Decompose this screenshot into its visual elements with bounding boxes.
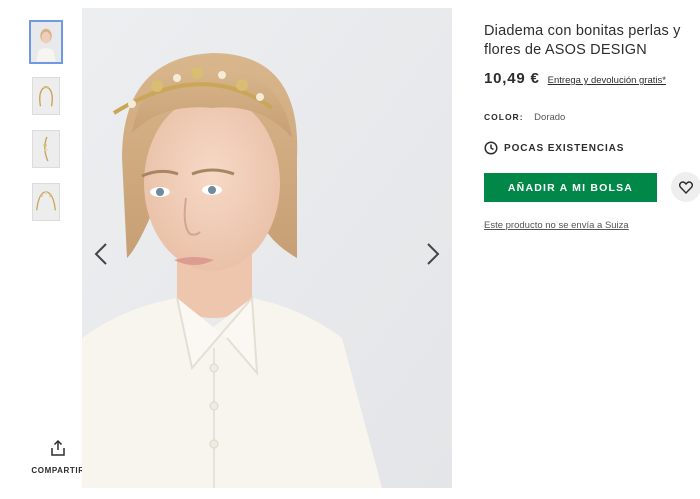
add-to-bag-button[interactable]: AÑADIR A MI BOLSA (484, 173, 657, 202)
product-image (82, 8, 452, 488)
thumbnail-headband-side[interactable] (32, 130, 60, 168)
clock-icon (484, 141, 498, 155)
share-button[interactable]: COMPARTIR (30, 440, 86, 478)
price-row: 10,49 € Entrega y devolución gratis* (484, 70, 700, 87)
thumbnail-headband-detail[interactable] (32, 183, 60, 221)
color-label: COLOR: (484, 112, 524, 122)
color-value: Dorado (534, 112, 566, 123)
product-title: Diadema con bonitas perlas y flores de A… (484, 23, 681, 58)
previous-image-button[interactable] (90, 234, 112, 274)
share-icon (51, 440, 65, 456)
model-photo (82, 8, 452, 488)
shipping-restriction-link[interactable]: Este producto no se envía a Suiza (484, 220, 629, 231)
product-info: Diadema con bonitas perlas y flores de A… (484, 22, 700, 231)
thumbnail-headband-front[interactable] (32, 77, 60, 115)
stock-status: POCAS EXISTENCIAS (484, 141, 700, 155)
thumbnail-model[interactable] (29, 20, 63, 64)
share-label: COMPARTIR (31, 466, 85, 475)
delivery-link[interactable]: Entrega y devolución gratis* (548, 75, 666, 86)
chevron-right-icon (427, 243, 440, 265)
save-for-later-button[interactable] (671, 172, 700, 202)
next-image-button[interactable] (422, 234, 444, 274)
product-price: 10,49 € (484, 70, 540, 87)
stock-text: POCAS EXISTENCIAS (504, 142, 625, 154)
color-row: COLOR: Dorado (484, 112, 700, 123)
heart-icon (679, 180, 693, 194)
chevron-left-icon (94, 243, 107, 265)
